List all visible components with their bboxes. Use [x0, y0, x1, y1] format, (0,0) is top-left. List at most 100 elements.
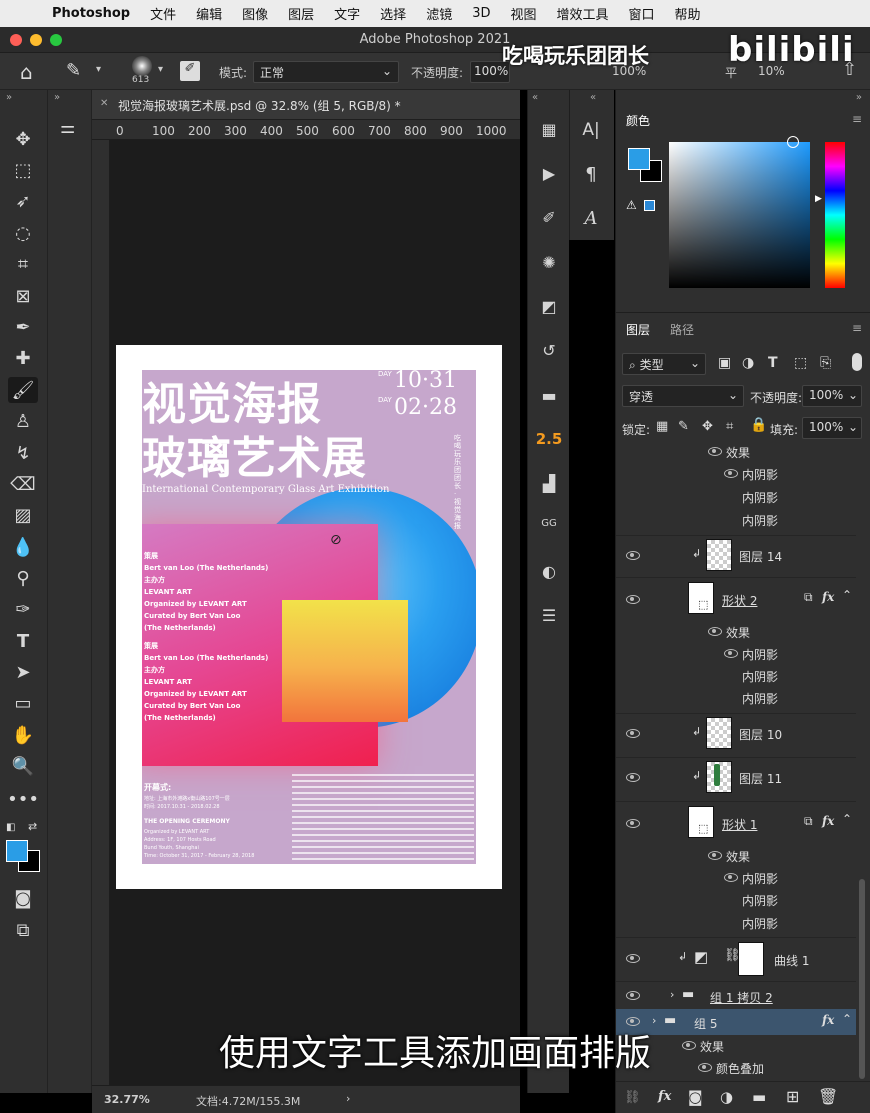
menu-app-name[interactable]: Photoshop: [52, 6, 130, 21]
menu-3d[interactable]: 3D: [472, 6, 490, 21]
lasso-tool-icon[interactable]: ➶: [8, 188, 38, 214]
rectangle-tool-icon[interactable]: ▭: [8, 690, 38, 716]
menu-image[interactable]: 图像: [242, 4, 268, 23]
chevron-up-icon[interactable]: ⌃: [842, 588, 852, 602]
eye-icon[interactable]: [626, 954, 640, 963]
effect-row[interactable]: 内阴影: [616, 643, 856, 665]
lock-position-icon[interactable]: ✥: [702, 419, 713, 434]
filter-toggle[interactable]: [852, 353, 862, 371]
dodge-tool-icon[interactable]: ⚲: [8, 565, 38, 591]
effect-row[interactable]: 内阴影: [616, 687, 856, 709]
eyedropper-tool-icon[interactable]: ✒: [8, 314, 38, 340]
eye-icon[interactable]: [626, 991, 640, 1000]
levels-panel-icon[interactable]: ▟: [528, 474, 570, 493]
foreground-color-swatch[interactable]: [6, 840, 28, 862]
effect-row[interactable]: 内阴影: [616, 889, 856, 911]
menu-file[interactable]: 文件: [150, 4, 176, 23]
menu-plugins[interactable]: 增效工具: [557, 4, 609, 23]
menu-help[interactable]: 帮助: [675, 4, 701, 23]
effects-row[interactable]: 效果: [616, 621, 856, 643]
chevron-down-icon[interactable]: ▾: [158, 64, 163, 75]
chevron-up-icon[interactable]: ⌃: [842, 812, 852, 826]
new-group-icon[interactable]: ▬: [752, 1088, 766, 1106]
brushes-panel-icon[interactable]: ✺: [528, 253, 570, 272]
vertical-ruler[interactable]: [92, 140, 110, 1085]
brush-settings-panel-icon[interactable]: ✐: [528, 208, 570, 227]
brush-preset-icon[interactable]: [132, 56, 152, 76]
effect-row[interactable]: 内阴影: [616, 486, 856, 508]
fill-input[interactable]: 100% ⌄: [802, 417, 862, 439]
collapse-icon[interactable]: «: [532, 92, 538, 103]
horizontal-ruler[interactable]: 0 100 200 300 400 500 600 700 800 900 10…: [92, 120, 520, 140]
home-icon[interactable]: ⌂: [20, 60, 33, 84]
lock-artboard-icon[interactable]: ⌗: [726, 419, 733, 434]
menu-view[interactable]: 视图: [510, 4, 536, 23]
effects-row[interactable]: 效果: [616, 441, 856, 463]
brush-tool-icon[interactable]: 🖌: [8, 377, 38, 403]
layer-row[interactable]: ⬚ 形状 1 ⧉ fx ⌃: [616, 801, 856, 845]
healing-tool-icon[interactable]: ✚: [8, 345, 38, 371]
menu-select[interactable]: 选择: [380, 4, 406, 23]
fx-icon[interactable]: fx: [822, 590, 834, 604]
effect-row[interactable]: 内阴影: [616, 665, 856, 687]
stamp-tool-icon[interactable]: ♙: [8, 408, 38, 434]
effect-row[interactable]: 内阴影: [616, 912, 856, 934]
hue-slider-handle[interactable]: ▶: [815, 194, 822, 204]
eye-icon[interactable]: [708, 627, 722, 636]
history-panel-icon[interactable]: ↺: [528, 341, 570, 360]
actions-panel-icon[interactable]: ▶: [528, 164, 570, 183]
poster-artwork[interactable]: 视觉海报 玻璃艺术展 DAY DAY 10·31 02·28 Internati…: [142, 370, 476, 864]
add-style-icon[interactable]: fx: [658, 1089, 671, 1104]
foreground-color-swatch[interactable]: [628, 148, 650, 170]
paragraph-panel-icon[interactable]: ¶: [570, 164, 612, 185]
filter-shape-icon[interactable]: ⬚: [794, 355, 807, 371]
link-layers-icon[interactable]: ⛓: [624, 1090, 641, 1105]
color-field[interactable]: [669, 142, 810, 288]
tab-paths[interactable]: 路径: [670, 321, 694, 338]
document-tab[interactable]: ✕ 视觉海报玻璃艺术展.psd @ 32.8% (组 5, RGB/8) *: [92, 90, 520, 120]
properties-icon[interactable]: ⚌: [60, 118, 75, 138]
layer-row[interactable]: ↲ 图层 10: [616, 713, 856, 753]
filter-adjustment-icon[interactable]: ◑: [742, 355, 754, 371]
quick-mask-icon[interactable]: ◙: [8, 885, 38, 911]
eye-icon[interactable]: [708, 447, 722, 456]
collapse-icon[interactable]: »: [6, 92, 12, 103]
panel-menu-icon[interactable]: ≡: [852, 321, 862, 335]
eye-icon[interactable]: [626, 551, 640, 560]
plugin-2-5-icon[interactable]: 2.5: [528, 430, 570, 448]
default-colors-icon[interactable]: ◧: [6, 822, 15, 833]
chevron-right-icon[interactable]: ›: [670, 988, 674, 1001]
history-brush-tool-icon[interactable]: ↯: [8, 440, 38, 466]
effect-row[interactable]: 内阴影: [616, 509, 856, 531]
gradient-tool-icon[interactable]: ▨: [8, 502, 38, 528]
layer-row[interactable]: ↲ ◩ ⛓ 曲线 1: [616, 937, 856, 979]
layer-row[interactable]: ↲ 图层 14: [616, 535, 856, 575]
add-mask-icon[interactable]: ◙: [688, 1088, 703, 1106]
screen-mode-icon[interactable]: ⧉: [8, 917, 38, 943]
histogram-panel-icon[interactable]: ▦: [528, 120, 570, 139]
adjustments-panel-icon[interactable]: ◐: [528, 562, 570, 581]
quick-select-tool-icon[interactable]: ◌: [8, 220, 38, 246]
layer-opacity-input[interactable]: 100% ⌄: [802, 385, 862, 407]
close-tab-icon[interactable]: ✕: [100, 98, 108, 109]
properties-panel-icon[interactable]: ☰: [528, 606, 570, 625]
effect-row[interactable]: 内阴影: [616, 867, 856, 889]
menu-filter[interactable]: 滤镜: [426, 4, 452, 23]
glyphs-panel-icon[interactable]: A: [570, 208, 612, 229]
warning-icon[interactable]: ⚠: [626, 198, 637, 212]
lock-transparent-icon[interactable]: ▦: [656, 419, 668, 434]
eye-icon[interactable]: [626, 773, 640, 782]
eraser-tool-icon[interactable]: ⌫: [8, 471, 38, 497]
hand-tool-icon[interactable]: ✋: [8, 722, 38, 748]
character-panel-icon[interactable]: A|: [570, 120, 612, 140]
zoom-tool-icon[interactable]: 🔍: [8, 753, 38, 779]
more-tools-icon[interactable]: •••: [7, 786, 39, 812]
chevron-down-icon[interactable]: ▾: [96, 64, 101, 75]
filter-smart-object-icon[interactable]: ⎘: [820, 355, 831, 371]
new-layer-icon[interactable]: ⊞: [786, 1087, 799, 1106]
new-adjustment-icon[interactable]: ◑: [720, 1088, 733, 1106]
menu-window[interactable]: 窗口: [629, 4, 655, 23]
swap-colors-icon[interactable]: ⇄: [28, 820, 37, 833]
chevron-right-icon[interactable]: ›: [346, 1092, 350, 1105]
tab-color[interactable]: 颜色: [626, 112, 650, 129]
